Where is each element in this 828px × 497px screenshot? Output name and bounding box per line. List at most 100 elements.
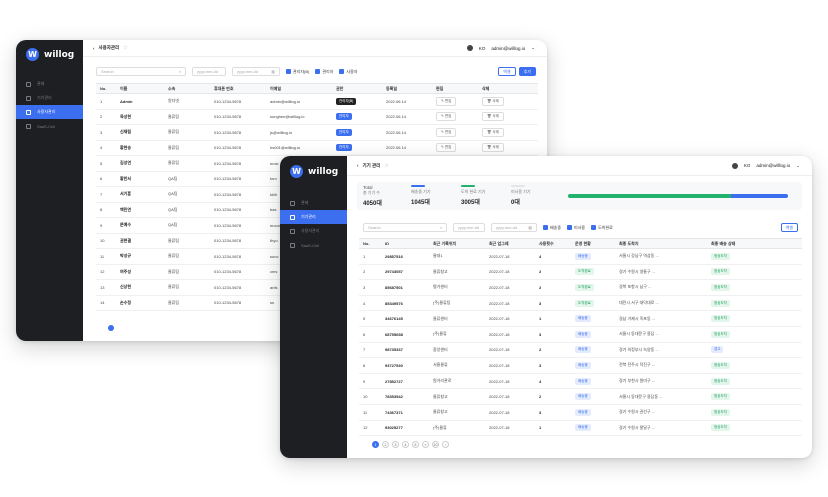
date-from-input[interactable]: yyyy.mm.dd [453, 223, 485, 232]
cell-email: admin@willlog.io [266, 93, 332, 110]
checkbox-unused[interactable]: 미사용 [567, 225, 585, 231]
chevron-down-icon: ⌄ [531, 45, 535, 50]
table-row[interactable]: 7 98735337 중앙센터 2022-07-18 2 배송중 경기 의정부시 녹양동 .… [359, 342, 802, 359]
back-arrow-icon[interactable]: ‹ [93, 46, 95, 51]
nav-item-users[interactable]: 사용자관리 [280, 224, 347, 238]
cell-destination: 전북 전주시 덕진구 ... [615, 357, 707, 374]
col-location: 최근 기록위치 [429, 238, 485, 249]
logo-text: willog [308, 166, 339, 177]
checkbox-arrived[interactable]: 도착완료 [591, 225, 613, 231]
col-no: No. [96, 83, 116, 94]
delete-button[interactable]: 🗑 삭제 [482, 127, 504, 137]
cell-phone: 010-1234-5678 [210, 202, 266, 218]
cell-count: 1 [535, 420, 571, 437]
checkbox-shipping[interactable]: 배송중 [543, 225, 561, 231]
edit-button[interactable]: ✎ 편집 [436, 112, 457, 122]
cell-delete: 🗑 삭제 [478, 93, 538, 110]
nav-item-monitoring[interactable]: 관제 [16, 77, 83, 91]
table-row[interactable]: 4 황현승 물류팀 010-1234-5678 hs001@willlog.io 관리자 2… [96, 140, 538, 156]
checkbox-admin-b[interactable]: 관리자(B) [286, 69, 309, 75]
status-badge: 배송중 [575, 252, 591, 260]
table-row[interactable]: 3 85687501 평가센터 2022-07-18 2 도착완료 경북 포항시 남구 ..… [359, 279, 802, 296]
table-row[interactable]: 6 68755658 (주)물류 2022-07-18 3 배송중 서울시 동대문구 용답 … [359, 326, 802, 343]
pagination: 1 2 3 4 5» 10 › [372, 441, 449, 448]
edit-button[interactable]: ✎ 편집 [436, 143, 457, 153]
device-table: No. ID 최근 기록위치 최근 업그레 사용횟수 운영 현황 최종 도착지 … [359, 238, 802, 437]
table-row[interactable]: 8 93727530 서울물류 2022-07-18 3 배송중 전북 전주시 덕진구 ..… [359, 357, 802, 374]
lang-select[interactable]: KO [479, 46, 486, 51]
table-row[interactable]: 11 74367371 물류창고 2022-07-18 3 배송중 경기 수원시 권선구 .… [359, 404, 802, 421]
scroll-indicator[interactable] [108, 325, 114, 331]
edit-button[interactable]: ✎ 편집 [436, 96, 457, 106]
delete-button[interactable]: 🗑 삭제 [482, 143, 504, 153]
page-button[interactable]: › [442, 441, 449, 448]
table-row[interactable]: 1 29857516 물대1 2022-07-18 4 배송중 서울시 강남구 역삼동 ..… [359, 248, 802, 265]
status-badge: 배송중 [575, 377, 591, 385]
cell-edit: ✎ 편집 [432, 124, 478, 141]
nav-item-devices[interactable]: 기기관리 [280, 210, 347, 224]
table-row[interactable]: 2 육성현 물류팀 010-1234-5678 sunghen@willlog.io 관리… [96, 109, 538, 125]
col-phone: 휴대폰 번호 [210, 83, 266, 94]
cell-no: 12 [96, 264, 116, 280]
edit-button[interactable]: ✎ 편집 [436, 127, 457, 137]
nav-item-monitoring[interactable]: 관제 [280, 196, 347, 210]
checkbox-admin[interactable]: 관리자 [315, 69, 333, 75]
cell-date: 2022-07-18 [485, 326, 535, 343]
page-button[interactable]: » [422, 441, 429, 448]
star-icon[interactable]: ☆ [384, 163, 388, 169]
cell-location: 물류센터 [429, 310, 485, 327]
nav-item-saas-cell[interactable]: SaaS-Cell [16, 119, 83, 133]
cell-id: 74367371 [381, 404, 429, 421]
date-to-input[interactable]: yyyy.mm.dd ▦ [232, 67, 280, 76]
search-input[interactable]: Search ⌕ [363, 223, 447, 232]
search-input[interactable]: Search ⌕ [96, 67, 186, 76]
search-icon: ⌕ [439, 225, 442, 230]
cell-no: 1 [96, 93, 116, 110]
table-row[interactable]: 10 78353542 물류창고 2022-07-18 2 배송중 서울시 동대문구 용답동… [359, 388, 802, 405]
table-row[interactable]: 1 Admin 원더넷 010-1234-5678 admin@willlog.io 관리… [96, 93, 538, 110]
final-status-badge: 정상도착 [711, 408, 730, 416]
user-menu[interactable]: KO admin@willlog.io ⌄ [466, 45, 547, 51]
user-menu[interactable]: KO admin@willlog.io ⌄ [731, 162, 812, 169]
table-row[interactable]: 3 신재림 물류팀 010-1234-5678 js@willlog.io 관리자 2022… [96, 124, 538, 141]
page-button[interactable]: 5 [412, 441, 419, 448]
delete-button[interactable]: 🗑 삭제 [482, 96, 504, 106]
cell-destination: 경기 수원시 팔달구 ... [615, 420, 707, 437]
excel-button[interactable]: 엑셀 [780, 223, 798, 232]
nav-item-users[interactable]: 사용자관리 [16, 105, 83, 119]
table-row[interactable]: 4 85349576 (주)물류팀 2022-07-18 3 도착완료 대전시 서구 대덕대… [359, 295, 802, 312]
table-row[interactable]: 5 34676145 물류센터 2022-07-18 1 배송중 경남 거제시 옥포동 ..… [359, 310, 802, 327]
checkbox-user[interactable]: 사용자 [339, 69, 357, 75]
nav-item-saas-cell[interactable]: SaaS-Cell [280, 238, 347, 252]
col-update: 최근 업그레 [485, 238, 535, 249]
delete-button[interactable]: 🗑 삭제 [482, 112, 504, 122]
page-button[interactable]: 1 [372, 441, 379, 448]
cell-final-status: 정상도착 [707, 326, 802, 343]
add-button[interactable]: 추가 [518, 67, 536, 76]
cell-status: 배송중 [571, 373, 615, 390]
cell-org: 물류팀 [164, 248, 210, 265]
date-from-input[interactable]: yyyy.mm.dd [192, 67, 226, 76]
star-icon[interactable]: ☆ [123, 45, 127, 51]
users-icon [26, 109, 31, 115]
nav-item-devices[interactable]: 기기관리 [16, 91, 83, 105]
back-arrow-icon[interactable]: ‹ [357, 163, 359, 168]
cell-final-status: 정상도착 [707, 279, 802, 296]
cell-date: 2022-07-18 [485, 357, 535, 374]
stat-shipping-bar [411, 185, 425, 187]
page-button[interactable]: 4 [402, 441, 409, 448]
excel-button[interactable]: 엑셀 [498, 67, 516, 76]
logo-mark: W [290, 165, 303, 178]
table-row[interactable]: 12 93025277 (주)물류 2022-07-18 1 배송중 경기 수원시 팔달구 … [359, 420, 802, 437]
users-icon [290, 228, 295, 234]
sidebar: W willog 관제 기기관리 사용자관리 SaaS-Cell [16, 40, 83, 341]
cell-status: 배송중 [571, 420, 615, 437]
lang-select[interactable]: KO [744, 163, 751, 168]
date-to-input[interactable]: yyyy.mm.dd ▦ [491, 223, 537, 232]
table-row[interactable]: 2 29743057 물류창고 2022-07-18 2 도착완료 경기 수원시 영통구 .… [359, 264, 802, 281]
table-row[interactable]: 9 27852727 원거리관로 2022-07-18 4 배송중 경기 부천시 원미구 .… [359, 373, 802, 390]
status-badge: 배송중 [575, 315, 591, 323]
page-button[interactable]: 2 [382, 441, 389, 448]
page-button[interactable]: 3 [392, 441, 399, 448]
page-button[interactable]: 10 [432, 441, 439, 448]
